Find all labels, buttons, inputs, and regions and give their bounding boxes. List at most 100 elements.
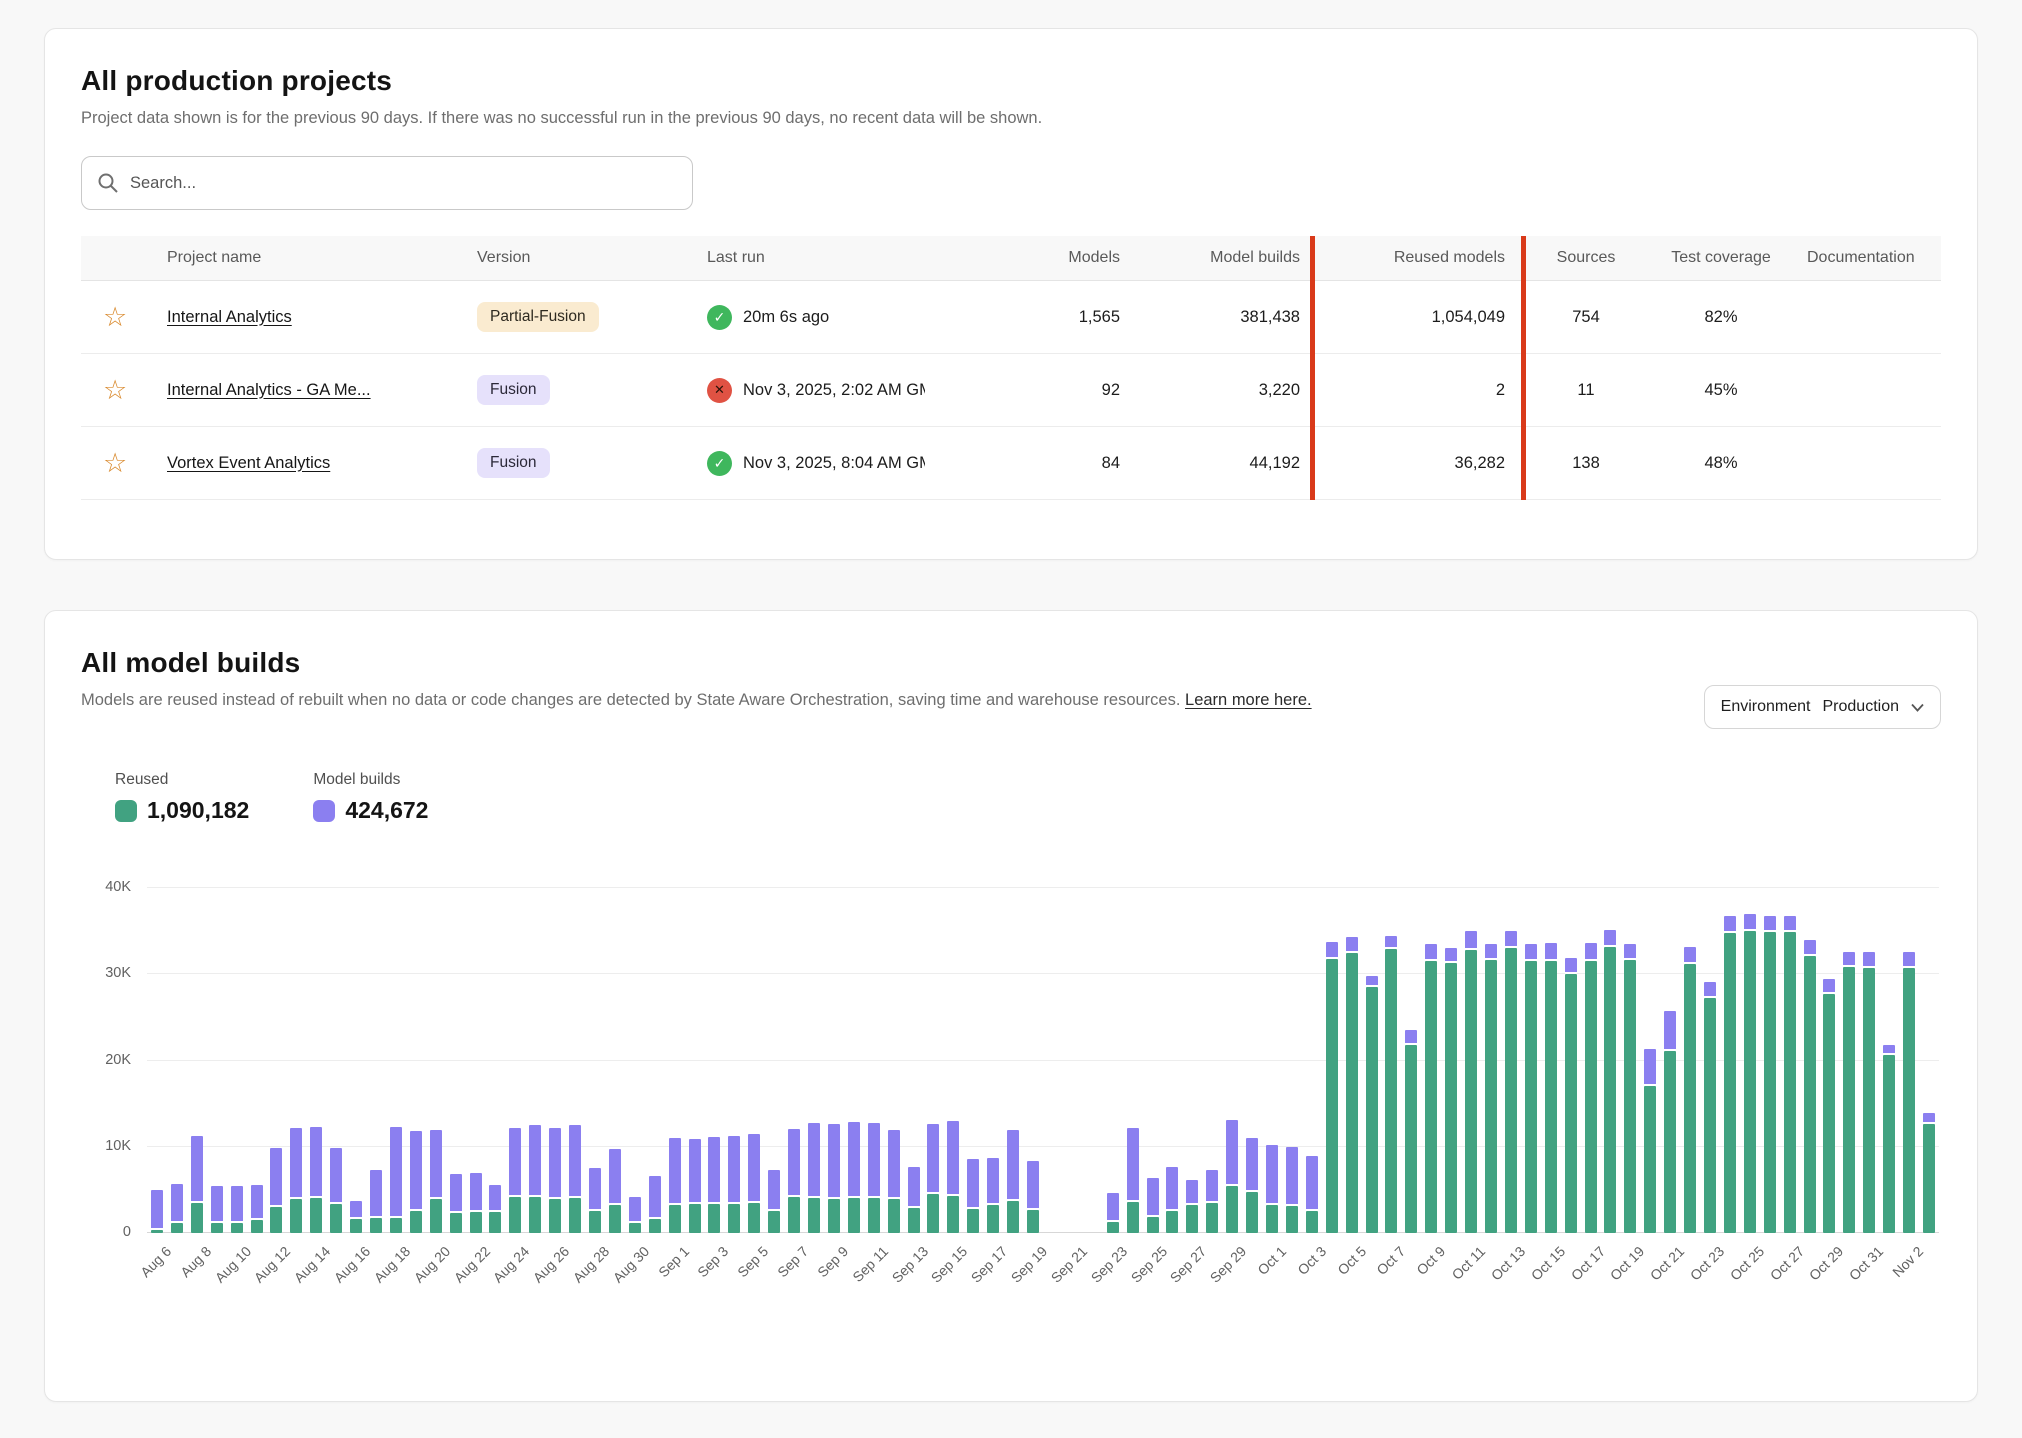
chart-bar-sep-24[interactable] (1127, 1128, 1139, 1233)
chart-bar-sep-3[interactable] (708, 1137, 720, 1233)
chart-bar-oct-31[interactable] (1863, 952, 1875, 1233)
chart-bar-sep-25[interactable] (1147, 1178, 1159, 1233)
chart-bar-oct-24[interactable] (1724, 916, 1736, 1233)
chart-bar-aug-12[interactable] (270, 1148, 282, 1233)
chart-bar-sep-10[interactable] (848, 1122, 860, 1233)
chart-bar-sep-14[interactable] (927, 1124, 939, 1233)
chart-bar-aug-23[interactable] (489, 1185, 501, 1233)
chart-bar-aug-11[interactable] (251, 1185, 263, 1233)
chart-bar-aug-30[interactable] (629, 1197, 641, 1233)
chart-bar-sep-17[interactable] (987, 1158, 999, 1233)
chart-bar-oct-17[interactable] (1585, 943, 1597, 1233)
chart-bar-aug-9[interactable] (211, 1186, 223, 1233)
chart-bar-nov-1[interactable] (1883, 1045, 1895, 1233)
chart-bar-sep-6[interactable] (768, 1170, 780, 1233)
chart-bar-aug-21[interactable] (450, 1174, 462, 1233)
chart-bar-oct-13[interactable] (1505, 931, 1517, 1233)
chart-bar-sep-30[interactable] (1246, 1138, 1258, 1233)
legend-label: Model builds (313, 771, 428, 789)
chart-bar-sep-12[interactable] (888, 1130, 900, 1234)
chart-bar-oct-26[interactable] (1764, 916, 1776, 1233)
project-name-link[interactable]: Internal Analytics - GA Me... (167, 381, 371, 399)
project-name-link[interactable]: Vortex Event Analytics (167, 454, 330, 472)
chart-bar-aug-7[interactable] (171, 1184, 183, 1233)
chart-bar-oct-4[interactable] (1326, 942, 1338, 1233)
chart-bar-oct-18[interactable] (1604, 930, 1616, 1233)
chart-bar-aug-28[interactable] (589, 1168, 601, 1233)
favorite-star-icon[interactable]: ☆ (103, 450, 127, 477)
chart-bar-sep-19[interactable] (1027, 1161, 1039, 1233)
chart-bar-nov-2[interactable] (1903, 952, 1915, 1233)
chart-bar-aug-17[interactable] (370, 1170, 382, 1233)
chart-bar-sep-23[interactable] (1107, 1193, 1119, 1233)
chart-bar-sep-27[interactable] (1186, 1180, 1198, 1234)
chart-bar-sep-8[interactable] (808, 1123, 820, 1233)
chart-bar-oct-27[interactable] (1784, 916, 1796, 1233)
chart-bar-sep-2[interactable] (689, 1139, 701, 1233)
chart-bar-oct-5[interactable] (1346, 937, 1358, 1233)
learn-more-link[interactable]: Learn more here. (1185, 691, 1312, 709)
chart-bar-aug-14[interactable] (310, 1127, 322, 1233)
chart-bar-sep-11[interactable] (868, 1123, 880, 1233)
favorite-star-icon[interactable]: ☆ (103, 377, 127, 404)
chart-bar-oct-12[interactable] (1485, 944, 1497, 1233)
chart-bar-oct-29[interactable] (1823, 979, 1835, 1233)
chart-bar-oct-3[interactable] (1306, 1156, 1318, 1233)
chart-bar-aug-13[interactable] (290, 1128, 302, 1233)
chart-bar-oct-30[interactable] (1843, 952, 1855, 1233)
chart-bar-sep-4[interactable] (728, 1136, 740, 1233)
chart-bar-sep-15[interactable] (947, 1121, 959, 1233)
chart-bar-aug-20[interactable] (430, 1130, 442, 1233)
chart-bar-sep-13[interactable] (908, 1167, 920, 1233)
project-name-link[interactable]: Internal Analytics (167, 308, 292, 326)
chart-bar-oct-23[interactable] (1704, 982, 1716, 1233)
chart-bar-sep-16[interactable] (967, 1159, 979, 1233)
chart-bar-oct-28[interactable] (1804, 940, 1816, 1233)
last-run-value: Nov 3, 2025, 8:04 AM GMT (743, 454, 925, 473)
chart-bar-aug-25[interactable] (529, 1125, 541, 1233)
chart-bar-sep-28[interactable] (1206, 1170, 1218, 1233)
chart-bar-aug-19[interactable] (410, 1131, 422, 1233)
environment-dropdown[interactable]: Environment Production (1704, 685, 1941, 729)
chart-bar-oct-14[interactable] (1525, 944, 1537, 1233)
chart-bar-aug-6[interactable] (151, 1190, 163, 1233)
chart-bar-aug-16[interactable] (350, 1201, 362, 1233)
chart-bar-aug-26[interactable] (549, 1128, 561, 1233)
chart-bar-aug-10[interactable] (231, 1186, 243, 1233)
chart-bar-aug-15[interactable] (330, 1148, 342, 1233)
chart-bar-oct-20[interactable] (1644, 1049, 1656, 1233)
y-axis-tick: 40K (87, 879, 131, 895)
chart-bar-oct-15[interactable] (1545, 943, 1557, 1233)
chart-bar-sep-5[interactable] (748, 1134, 760, 1233)
chart-bar-oct-1[interactable] (1266, 1145, 1278, 1233)
chart-bar-oct-7[interactable] (1385, 936, 1397, 1233)
column-model-builds: Model builds (1136, 236, 1316, 281)
chart-bar-oct-10[interactable] (1445, 948, 1457, 1234)
chart-bar-oct-6[interactable] (1366, 976, 1378, 1233)
chart-bar-sep-7[interactable] (788, 1129, 800, 1233)
favorite-star-icon[interactable]: ☆ (103, 304, 127, 331)
chart-bar-oct-2[interactable] (1286, 1147, 1298, 1233)
chart-bar-sep-18[interactable] (1007, 1130, 1019, 1233)
search-input[interactable] (81, 156, 693, 210)
chart-bar-aug-22[interactable] (470, 1173, 482, 1233)
chart-bar-sep-29[interactable] (1226, 1120, 1238, 1233)
chart-bar-nov-3[interactable] (1923, 1113, 1935, 1233)
chart-bar-sep-1[interactable] (669, 1138, 681, 1233)
chart-bar-oct-21[interactable] (1664, 1011, 1676, 1234)
chart-bar-aug-8[interactable] (191, 1136, 203, 1233)
chart-bar-aug-29[interactable] (609, 1149, 621, 1233)
chart-bar-oct-11[interactable] (1465, 931, 1477, 1233)
chart-bar-oct-19[interactable] (1624, 944, 1636, 1233)
chart-bar-aug-27[interactable] (569, 1125, 581, 1233)
chart-bar-oct-8[interactable] (1405, 1030, 1417, 1233)
chart-bar-aug-31[interactable] (649, 1176, 661, 1233)
chart-bar-aug-24[interactable] (509, 1128, 521, 1233)
chart-bar-sep-9[interactable] (828, 1124, 840, 1233)
chart-bar-oct-16[interactable] (1565, 958, 1577, 1233)
chart-bar-aug-18[interactable] (390, 1127, 402, 1233)
chart-bar-oct-22[interactable] (1684, 947, 1696, 1233)
chart-bar-oct-9[interactable] (1425, 944, 1437, 1233)
chart-bar-sep-26[interactable] (1166, 1167, 1178, 1233)
chart-bar-oct-25[interactable] (1744, 914, 1756, 1233)
